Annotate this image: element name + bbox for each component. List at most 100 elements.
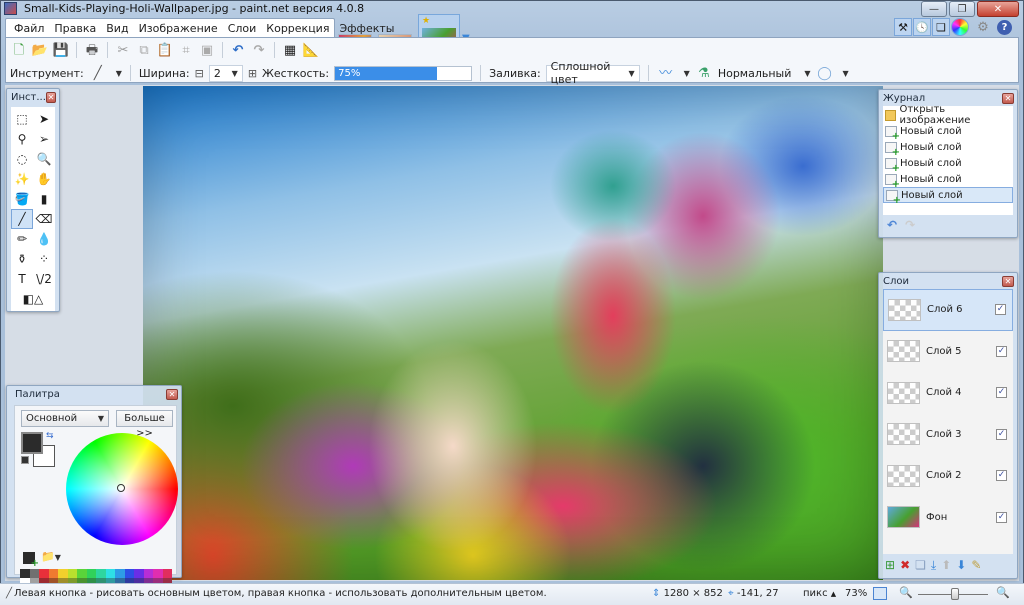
clone-stamp-tool-icon[interactable]: ⚱ — [11, 249, 33, 269]
layer-row[interactable]: Фон ✓ — [883, 497, 1013, 539]
move-selected-pixels-tool-icon[interactable]: ➤ — [33, 109, 55, 129]
blend-mode-select[interactable]: Нормальный — [718, 67, 792, 80]
palette-swatch[interactable] — [67, 569, 77, 578]
undo-icon[interactable]: ↶ — [229, 41, 247, 59]
palette-swatch[interactable] — [124, 569, 134, 578]
duplicate-layer-icon[interactable]: ❏ — [915, 558, 926, 572]
ellipse-select-tool-icon[interactable]: ◌ — [11, 149, 33, 169]
shapes-tool-icon[interactable]: ◧△ — [11, 289, 55, 309]
palette-swatch[interactable] — [39, 569, 49, 578]
history-item[interactable]: Новый слой — [883, 139, 1013, 158]
layer-visibility-checkbox[interactable]: ✓ — [996, 428, 1007, 440]
colors-window-toggle-icon[interactable] — [951, 18, 969, 36]
selection-mode-dropdown-icon[interactable]: ▼ — [843, 69, 849, 78]
color-wheel[interactable] — [66, 433, 178, 545]
move-layer-down-icon[interactable]: ⬇ — [956, 558, 966, 572]
eraser-tool-icon[interactable]: ⌫ — [33, 209, 55, 229]
layer-row[interactable]: Слой 5 ✓ — [883, 331, 1013, 373]
paint-bucket-tool-icon[interactable]: 🪣 — [11, 189, 33, 209]
color-picker-tool-icon[interactable]: 💧 — [33, 229, 55, 249]
layer-visibility-checkbox[interactable]: ✓ — [996, 470, 1007, 482]
palette-swatch[interactable] — [115, 569, 125, 578]
swap-colors-icon[interactable]: ⇆ — [46, 431, 54, 441]
selection-mode-icon[interactable]: ◯ — [816, 64, 834, 82]
palette-swatch[interactable] — [162, 569, 172, 578]
recolor-tool-icon[interactable]: ⁘ — [33, 249, 55, 269]
palette-swatch[interactable] — [153, 569, 163, 578]
layer-properties-icon[interactable]: ✎ — [971, 558, 981, 572]
layers-window-toggle-icon[interactable]: ❏ — [932, 18, 950, 36]
palette-swatch[interactable] — [29, 569, 39, 578]
reset-colors-icon[interactable] — [21, 456, 29, 464]
antialiasing-dropdown-icon[interactable]: ▼ — [684, 69, 690, 78]
zoom-slider-knob[interactable] — [950, 588, 959, 600]
add-color-to-palette-icon[interactable] — [23, 552, 39, 569]
save-icon[interactable]: 💾 — [52, 41, 70, 59]
palette-menu-icon[interactable]: 📁▼ — [41, 550, 61, 563]
palette-close-button[interactable]: ✕ — [166, 388, 178, 400]
merge-layer-down-icon[interactable]: ⤓ — [931, 558, 936, 573]
layer-visibility-checkbox[interactable]: ✓ — [996, 345, 1007, 357]
deselect-icon[interactable]: ▣ — [198, 41, 216, 59]
history-item[interactable]: Новый слой — [883, 171, 1013, 190]
lasso-select-tool-icon[interactable]: ⚲ — [11, 129, 33, 149]
help-icon[interactable]: ? — [997, 19, 1012, 35]
color-wheel-cursor[interactable] — [117, 484, 125, 492]
width-decrease-button[interactable]: ⊟ — [195, 67, 204, 80]
palette-swatch[interactable] — [48, 569, 58, 578]
move-selection-tool-icon[interactable]: ➢ — [33, 129, 55, 149]
history-redo-icon[interactable]: ↷ — [905, 218, 915, 232]
zoom-to-window-icon[interactable] — [873, 587, 887, 600]
layer-visibility-checkbox[interactable]: ✓ — [996, 387, 1007, 399]
zoom-in-icon[interactable]: 🔍 — [996, 586, 1010, 599]
copy-icon[interactable]: ⧉ — [135, 41, 153, 59]
fill-select[interactable]: Сплошной цвет ▼ — [545, 60, 640, 86]
palette-mode-select[interactable]: Основной ▼ — [21, 410, 109, 427]
antialiasing-icon[interactable]: 〰 — [657, 64, 675, 82]
layer-visibility-checkbox[interactable]: ✓ — [996, 511, 1007, 523]
restore-button[interactable]: ❐ — [949, 1, 975, 17]
menu-image[interactable]: Изображение — [139, 22, 218, 35]
more-button[interactable]: Больше >> — [116, 410, 173, 439]
pencil-tool-icon[interactable]: ✏ — [11, 229, 33, 249]
settings-gear-icon[interactable]: ⚙ — [974, 18, 992, 36]
zoom-value[interactable]: 73% — [845, 588, 867, 599]
history-close-button[interactable]: ✕ — [1002, 92, 1014, 104]
new-file-icon[interactable]: 🗋 — [10, 41, 28, 59]
tool-dropdown-icon[interactable]: ▼ — [116, 69, 122, 78]
rectangle-select-tool-icon[interactable]: ⬚ — [11, 109, 33, 129]
print-icon[interactable]: 🖶 — [83, 41, 101, 59]
redo-icon[interactable]: ↷ — [250, 41, 268, 59]
palette-swatch[interactable] — [58, 569, 68, 578]
palette-swatch[interactable] — [96, 569, 106, 578]
line-curve-tool-icon[interactable]: \/2 — [33, 269, 55, 289]
layer-visibility-checkbox[interactable]: ✓ — [995, 304, 1006, 316]
palette-swatch[interactable] — [20, 569, 30, 578]
paintbrush-tool-icon[interactable]: ╱ — [11, 209, 33, 229]
palette-swatch[interactable] — [143, 569, 153, 578]
magic-wand-tool-icon[interactable]: ✨ — [11, 169, 33, 189]
add-layer-icon[interactable]: ⊞ — [885, 558, 895, 572]
palette-swatch[interactable] — [86, 569, 96, 578]
tools-window-toggle-icon[interactable]: ⚒ — [894, 18, 912, 36]
units-select[interactable]: пикс ▲ — [803, 588, 836, 599]
delete-layer-icon[interactable]: ✖ — [900, 558, 910, 572]
brush-tool-icon[interactable]: ╱ — [89, 64, 107, 82]
menu-layers[interactable]: Слои — [228, 22, 257, 35]
image-canvas[interactable] — [143, 86, 883, 580]
cut-icon[interactable]: ✂ — [114, 41, 132, 59]
history-window-toggle-icon[interactable]: 🕓 — [913, 18, 931, 36]
width-input[interactable]: 2 ▼ — [208, 64, 243, 82]
hardness-slider[interactable]: 75% — [334, 65, 473, 81]
tools-close-button[interactable]: ✕ — [45, 91, 56, 103]
text-tool-icon[interactable]: T — [11, 269, 33, 289]
blend-mode-dropdown-icon[interactable]: ▼ — [804, 69, 810, 78]
history-undo-icon[interactable]: ↶ — [887, 218, 897, 232]
paste-icon[interactable]: 📋 — [156, 41, 174, 59]
palette-swatch[interactable] — [105, 569, 115, 578]
zoom-slider[interactable] — [918, 588, 988, 600]
move-layer-up-icon[interactable]: ⬆ — [941, 558, 951, 572]
close-button[interactable]: ✕ — [977, 1, 1019, 17]
crop-icon[interactable]: ⌗ — [177, 41, 195, 59]
menu-file[interactable]: Файл — [14, 22, 44, 35]
